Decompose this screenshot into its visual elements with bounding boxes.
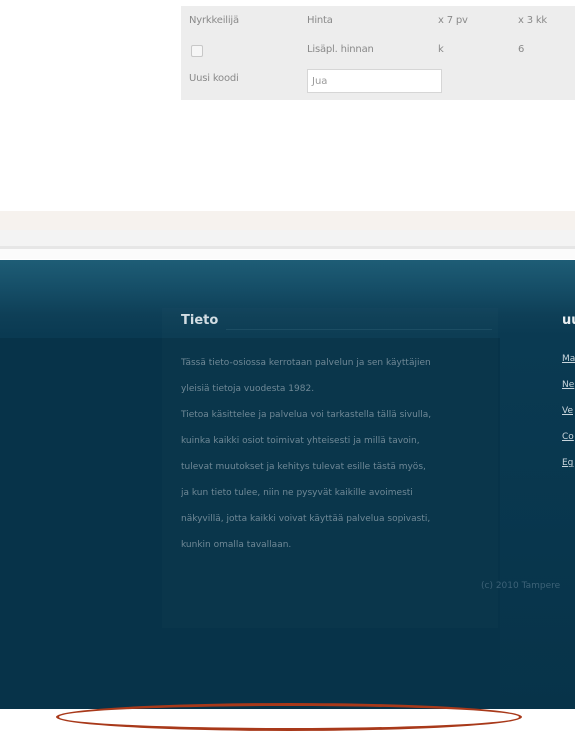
footer-line: Tässä tieto-osiossa kerrotaan palvelun j… (181, 358, 431, 368)
side-link-5[interactable]: Eg (562, 458, 573, 468)
row1-label: Nyrkkeilijä (189, 15, 239, 26)
side-link-1[interactable]: Ma (562, 354, 575, 364)
separator-band (0, 230, 575, 246)
footer-title: Tieto (181, 313, 219, 328)
footer-line: kuinka kaikki osiot toimivat yhteisesti … (181, 436, 420, 446)
content-bottom-band (0, 211, 575, 230)
footer-line: Tietoa käsittelee ja palvelua voi tarkas… (181, 410, 432, 420)
row1-col4: x 3 kk (518, 15, 548, 26)
footer-line: yleisiä tietoja vuodesta 1982. (181, 384, 315, 394)
row1-col2: Hinta (307, 15, 333, 26)
row2-col2: Lisäpl. hinnan (307, 44, 374, 55)
order-table-panel: Nyrkkeilijä Hinta x 7 pv x 3 kk Lisäpl. … (181, 6, 575, 100)
side-link-2[interactable]: Ne (562, 380, 574, 390)
site-footer: Tieto Tässä tieto-osiossa kerrotaan palv… (0, 260, 575, 709)
footer-title-rule (226, 329, 492, 330)
annotation-ellipse (56, 703, 522, 731)
row1-col3: x 7 pv (438, 15, 468, 26)
footer-line: kunkin omalla tavallaan. (181, 540, 292, 550)
row3-label: Uusi koodi (189, 73, 239, 84)
footer-line: ja kun tieto tulee, niin ne pysyvät kaik… (181, 488, 413, 498)
side-link-4[interactable]: Co (562, 432, 574, 442)
footer-line: näkyvillä, jotta kaikki voivat käyttää p… (181, 514, 431, 524)
side-link-3[interactable]: Ve (562, 406, 573, 416)
row2-col3: k (438, 44, 444, 55)
separator-band-light (0, 249, 575, 259)
side-column-title: uu (562, 313, 575, 328)
code-input[interactable]: Jua (307, 69, 442, 93)
footer-line: tulevat muutokset ja kehitys tulevat esi… (181, 462, 426, 472)
footer-paragraph: Tässä tieto-osiossa kerrotaan palvelun j… (181, 350, 493, 558)
copyright-text: (c) 2010 Tampere (481, 581, 561, 591)
row2-checkbox[interactable] (191, 45, 203, 57)
row2-col4: 6 (518, 44, 525, 55)
